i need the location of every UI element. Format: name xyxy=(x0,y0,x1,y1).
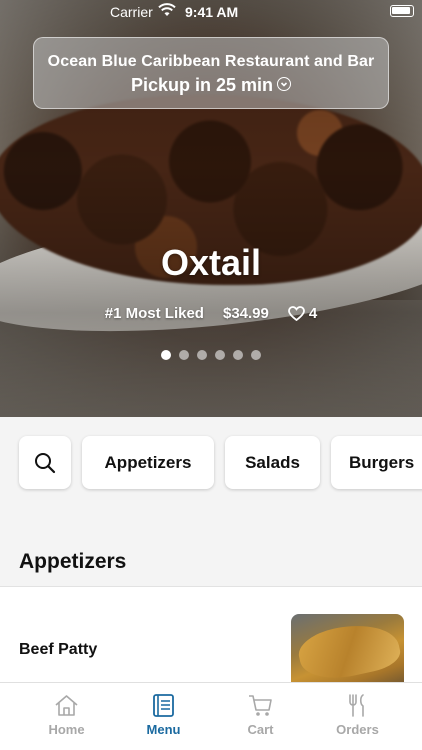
tab-label: Menu xyxy=(146,722,181,737)
tab-menu[interactable]: Menu xyxy=(115,683,212,750)
tab-bar[interactable]: Home Menu Cart Orders xyxy=(0,682,422,750)
search-button[interactable] xyxy=(19,436,71,489)
rank-label: #1 Most Liked xyxy=(104,305,204,322)
search-icon xyxy=(35,452,56,473)
tab-home[interactable]: Home xyxy=(18,683,115,750)
category-strip[interactable]: Appetizers Salads Burgers xyxy=(0,417,422,532)
likes-count[interactable]: 4 xyxy=(287,305,318,322)
tab-label: Home xyxy=(48,722,85,737)
category-chip-burgers[interactable]: Burgers xyxy=(331,436,422,489)
tab-label: Orders xyxy=(336,722,379,737)
hero-banner[interactable]: Carrier 9:41 AM Ocean Blue Caribbean Res… xyxy=(0,0,422,417)
pickup-label: Pickup in 25 min xyxy=(130,75,274,95)
pickup-time[interactable]: Pickup in 25 min xyxy=(34,75,388,96)
carousel-dot[interactable] xyxy=(215,350,225,360)
carousel-dot[interactable] xyxy=(161,350,171,360)
tab-orders[interactable]: Orders xyxy=(309,683,406,750)
section-title: Appetizers xyxy=(19,550,127,573)
tab-label: Cart xyxy=(247,722,274,737)
orders-icon xyxy=(349,694,364,717)
menu-item-name: Beef Patty xyxy=(19,641,98,658)
tab-cart[interactable]: Cart xyxy=(212,683,309,750)
carrier-label: Carrier xyxy=(110,4,153,20)
category-chip-salads[interactable]: Salads xyxy=(225,436,320,489)
carousel-dots[interactable] xyxy=(0,350,422,360)
restaurant-name: Ocean Blue Caribbean Restaurant and Bar xyxy=(47,53,375,70)
menu-item[interactable]: Beef Patty xyxy=(0,587,422,694)
carousel-dot[interactable] xyxy=(233,350,243,360)
chevron-down-icon xyxy=(277,77,292,92)
carousel-dot[interactable] xyxy=(251,350,261,360)
wifi-icon xyxy=(158,3,176,16)
battery-icon xyxy=(390,5,414,17)
carousel-dot[interactable] xyxy=(179,350,189,360)
home-icon xyxy=(55,695,78,716)
clock: 9:41 AM xyxy=(185,4,239,20)
heart-icon xyxy=(287,306,305,321)
featured-dish-title: Oxtail xyxy=(160,242,262,283)
restaurant-selector[interactable]: Ocean Blue Caribbean Restaurant and Bar … xyxy=(33,37,389,109)
featured-dish-meta: #1 Most Liked $34.99 4 xyxy=(0,305,422,322)
menu-icon xyxy=(153,694,174,717)
cart-icon xyxy=(249,695,272,716)
carousel-dot[interactable] xyxy=(197,350,207,360)
likes-value: 4 xyxy=(308,305,318,322)
price-label: $34.99 xyxy=(222,305,269,322)
status-bar: Carrier 9:41 AM xyxy=(0,0,422,24)
category-chip-appetizers[interactable]: Appetizers xyxy=(82,436,214,489)
